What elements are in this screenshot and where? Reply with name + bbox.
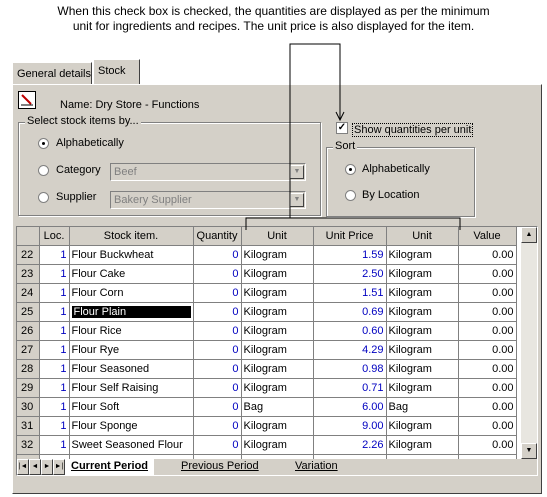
callout-line xyxy=(289,43,341,218)
callout-lines xyxy=(245,43,461,230)
callout-bracket xyxy=(245,217,461,230)
